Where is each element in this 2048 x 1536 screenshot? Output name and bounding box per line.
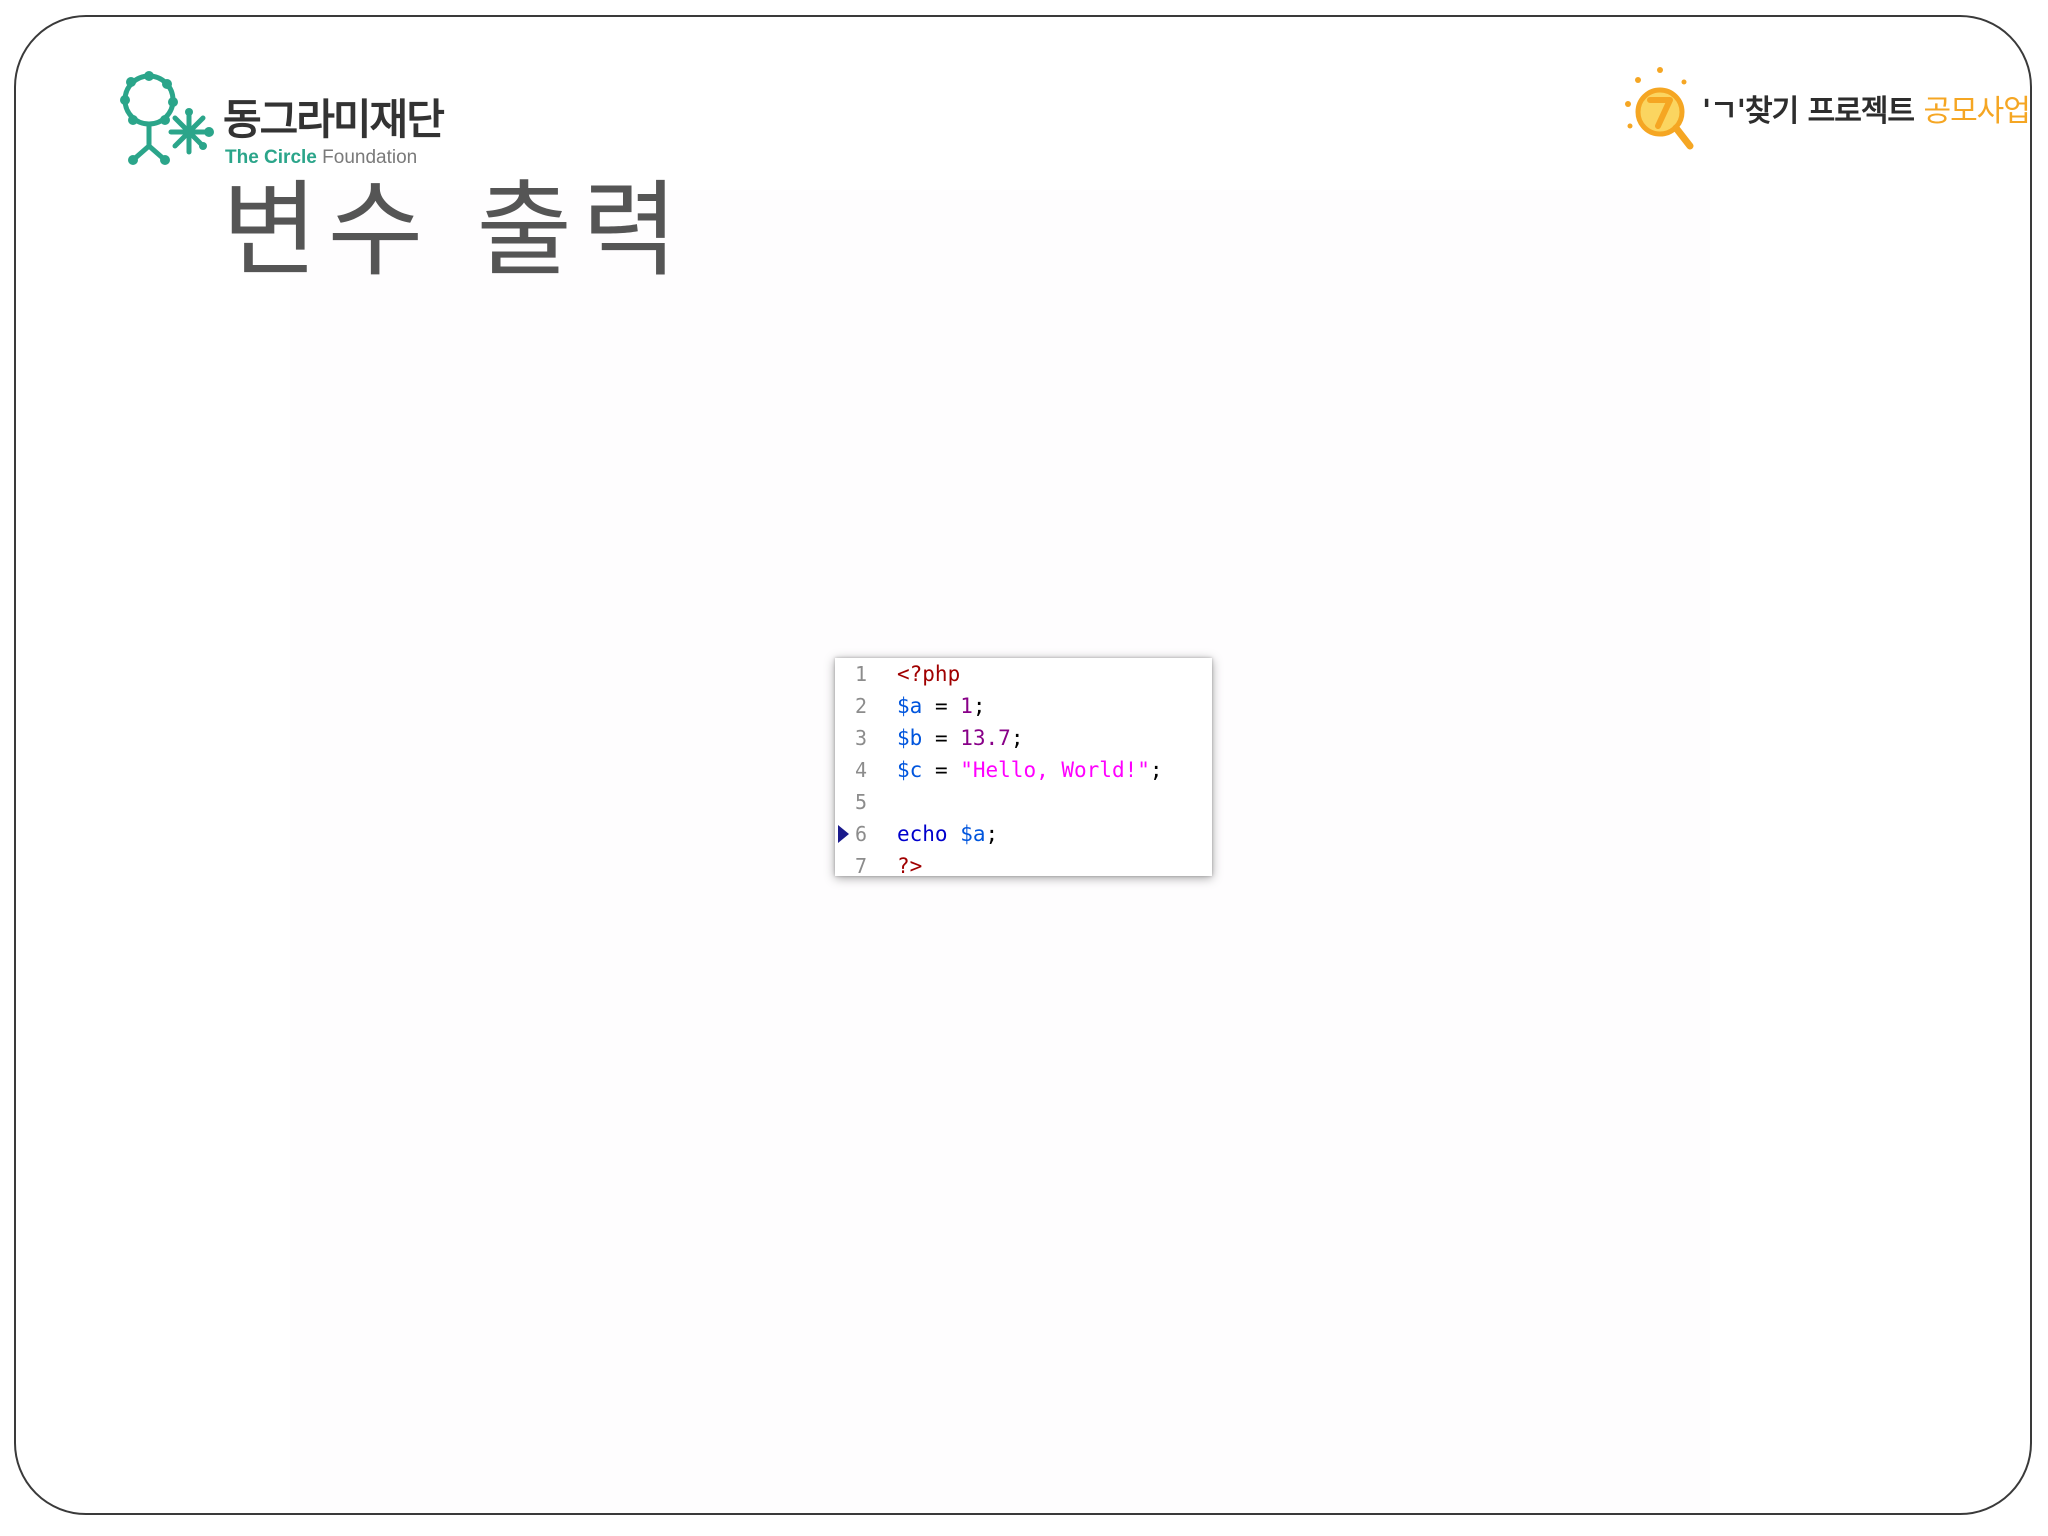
line-number: 2 (855, 694, 868, 718)
code-text: ?> (897, 850, 922, 876)
code-token: 1 (960, 694, 973, 718)
code-token: ; (972, 694, 986, 718)
code-line: 3 $b = 13.7; (835, 722, 1212, 754)
code-text: $c = "Hello, World!"; (897, 754, 1163, 786)
code-token: = (922, 694, 961, 718)
foundation-english-name-accent: The Circle (225, 147, 317, 168)
code-token: 13.7 (960, 726, 1011, 750)
code-editor-snippet: 1 <?php 2 $a = 1; 3 $b = 13.7; 4 $c = "Hello, W… (835, 658, 1212, 876)
code-token: $a (960, 822, 986, 846)
code-line: 1 <?php (835, 658, 1212, 690)
code-text: $a = 1; (897, 690, 986, 722)
project-name-accent: 공모사업 (1923, 94, 2030, 129)
code-text: $b = 13.7; (897, 722, 1023, 754)
code-token: = (922, 726, 961, 750)
code-token: ; (985, 822, 999, 846)
line-number: 7 (855, 854, 868, 876)
giyeok-project-logo: 'ㄱ'찾기 프로젝트 공모사업 (1622, 66, 2031, 156)
code-token: ?> (897, 854, 923, 876)
code-line: 6 echo $a; (835, 818, 1212, 850)
magnifier-seven-icon (1625, 67, 1694, 150)
line-number: 4 (855, 758, 868, 782)
code-token: echo (897, 822, 948, 846)
code-line: 5 (835, 786, 1212, 818)
code-line: 2 $a = 1; (835, 690, 1212, 722)
foundation-english-name-rest: Foundation (316, 147, 418, 168)
circle-foundation-logo: 동그라미재단 The Circle Foundation (115, 68, 445, 178)
line-number: 3 (855, 726, 868, 750)
code-text: <?php (897, 658, 960, 690)
code-line: 7 ?> (835, 850, 1212, 876)
code-token: "Hello, World!" (960, 758, 1150, 782)
project-name: 'ㄱ'찾기 프로젝트 공모사업 (1702, 86, 2031, 130)
current-line-marker-icon (838, 825, 849, 843)
code-line: 4 $c = "Hello, World!"; (835, 754, 1212, 786)
code-token: ; (1149, 758, 1163, 782)
line-number: 1 (855, 662, 868, 686)
line-number: 6 (855, 822, 868, 846)
code-token: ; (1010, 726, 1024, 750)
circle-foundation-logo-icon (120, 71, 214, 165)
line-number: 5 (855, 790, 868, 814)
foundation-english-name: The Circle Foundation (225, 147, 417, 169)
foundation-korean-name: 동그라미재단 (223, 95, 445, 144)
code-text: echo $a; (897, 818, 998, 850)
slide-title: 변수 출력 (222, 169, 688, 291)
code-token: $a (897, 694, 923, 718)
code-token: $b (897, 726, 923, 750)
code-token: <?php (897, 662, 961, 686)
code-token: = (922, 758, 961, 782)
project-name-main: 'ㄱ'찾기 프로젝트 (1702, 94, 1924, 129)
code-token: $c (897, 758, 923, 782)
